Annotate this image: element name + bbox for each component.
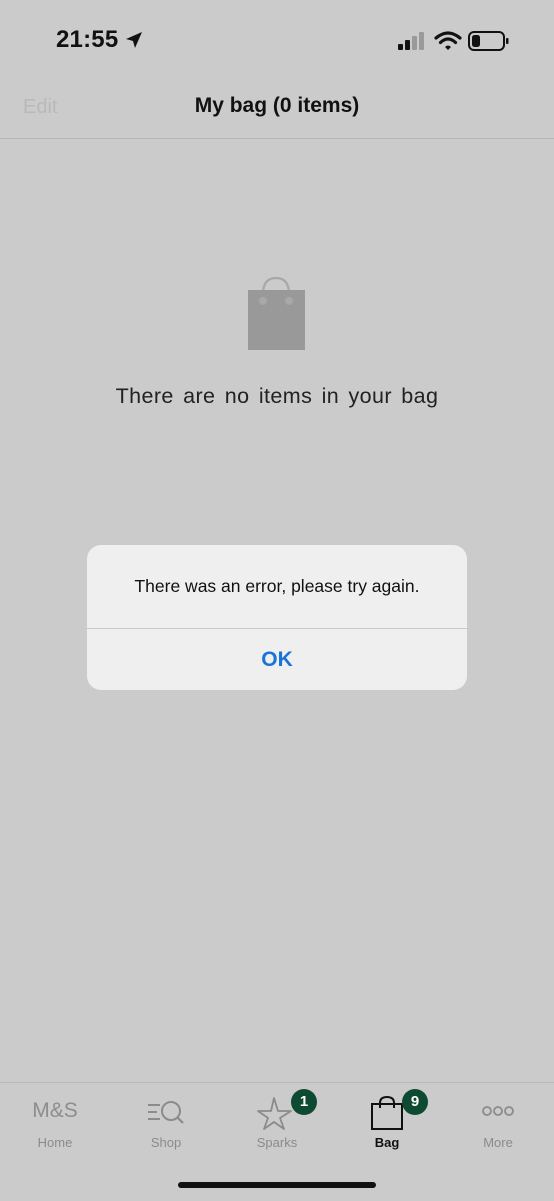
search-menu-icon <box>148 1101 184 1124</box>
alert-ok-button[interactable]: OK <box>87 629 467 690</box>
sparks-badge: 1 <box>291 1089 317 1115</box>
home-indicator[interactable] <box>178 1182 376 1188</box>
tab-sparks[interactable]: 1 Sparks <box>222 1083 332 1163</box>
tab-home[interactable]: M&S Home <box>0 1083 110 1163</box>
tab-more-label: More <box>483 1135 513 1150</box>
alert-message: There was an error, please try again. <box>134 576 420 596</box>
wifi-icon <box>434 31 462 50</box>
error-alert-dialog: There was an error, please try again. OK <box>87 545 467 690</box>
navigation-bar: Edit My bag (0 items) <box>0 86 554 139</box>
empty-bag-message: There are no items in your bag <box>115 384 439 408</box>
tab-shop-label: Shop <box>150 1135 182 1150</box>
more-dots-icon <box>482 1106 514 1116</box>
tab-bag-label: Bag <box>374 1135 400 1150</box>
status-bar: 21:55 <box>0 0 554 86</box>
tab-home-label: Home <box>37 1135 73 1150</box>
shopping-bag-icon <box>248 276 305 350</box>
page-title: My bag (0 items) <box>194 94 360 117</box>
cellular-signal-icon <box>398 32 424 50</box>
battery-icon <box>468 31 509 51</box>
bag-badge: 9 <box>402 1089 428 1115</box>
status-time: 21:55 <box>56 26 119 53</box>
tab-shop[interactable]: Shop <box>111 1083 221 1163</box>
tab-bag[interactable]: 9 Bag <box>332 1083 442 1163</box>
location-arrow-icon <box>126 32 142 48</box>
tab-sparks-label: Sparks <box>256 1135 298 1150</box>
ms-logo-icon: M&S <box>32 1099 78 1122</box>
tab-more[interactable]: More <box>443 1083 553 1163</box>
